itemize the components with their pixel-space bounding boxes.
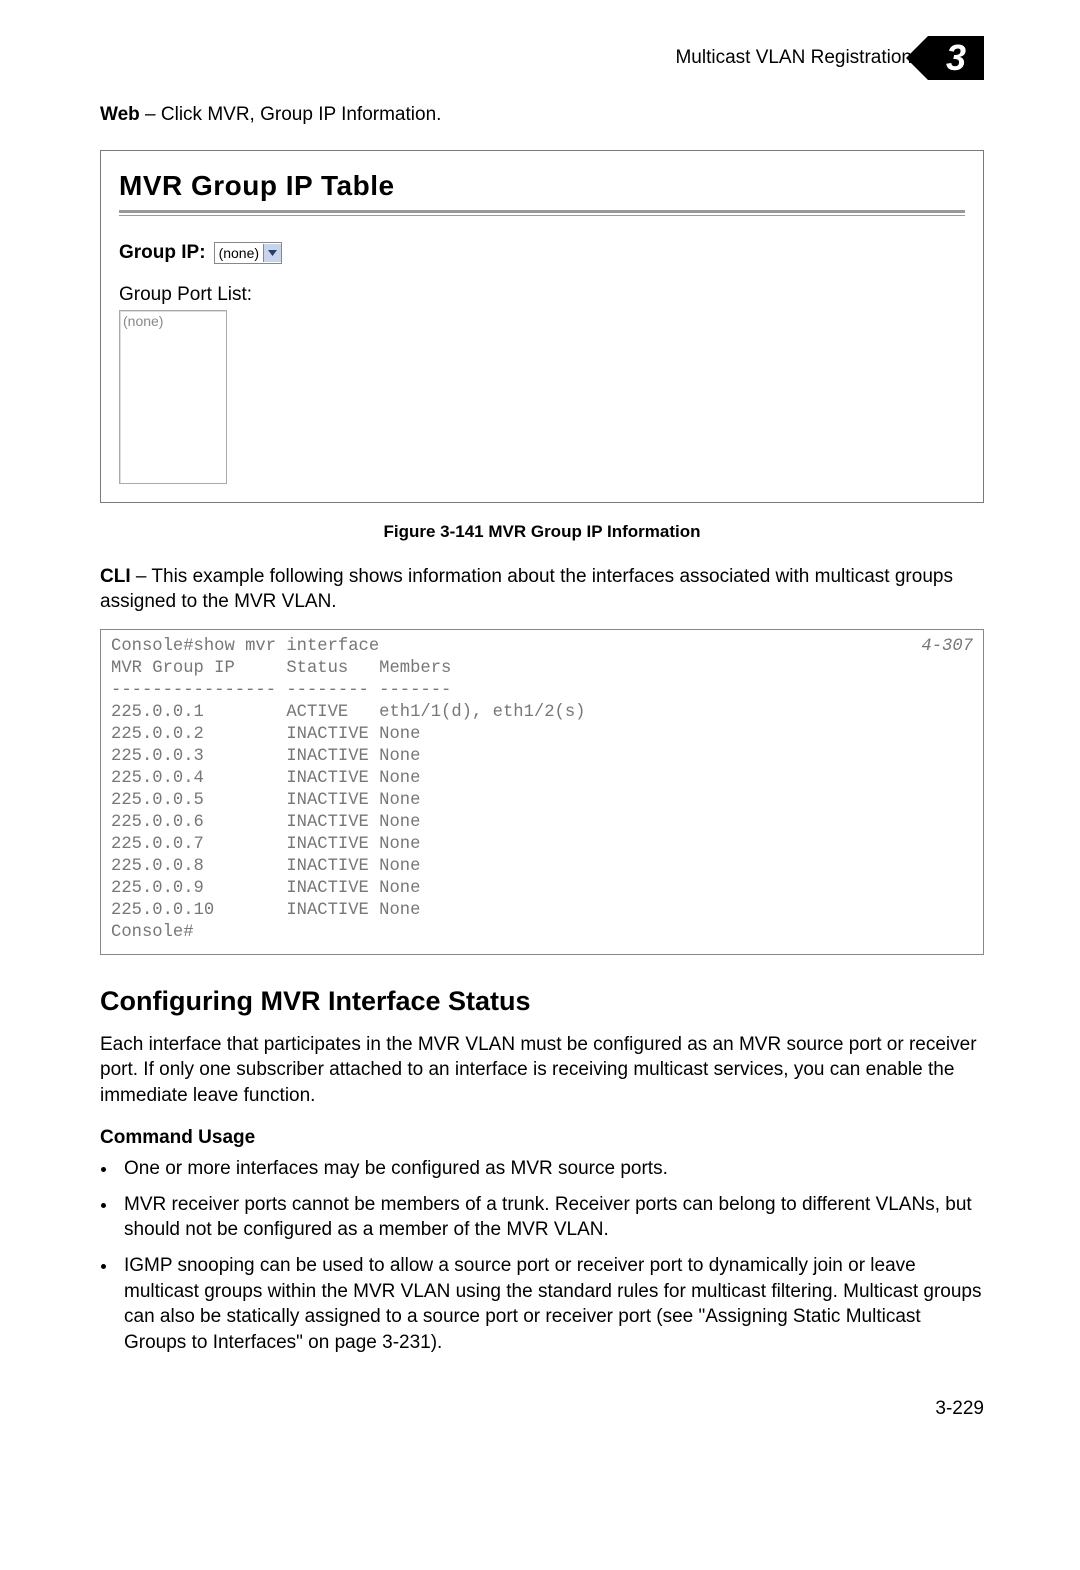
- panel-title-divider: [119, 215, 965, 216]
- group-ip-value: (none): [215, 244, 263, 263]
- cli-label: CLI: [100, 566, 131, 587]
- web-label: Web: [100, 104, 140, 125]
- cli-intro-text: – This example following shows informati…: [100, 566, 953, 613]
- cli-prompt: Console#: [111, 923, 194, 942]
- web-desc: – Click MVR, Group IP Information.: [140, 104, 442, 125]
- cli-row: 225.0.0.2 INACTIVE None: [111, 725, 420, 744]
- bullet-list: One or more interfaces may be configured…: [100, 1156, 984, 1355]
- page-header: Multicast VLAN Registration 3: [100, 36, 984, 80]
- cli-row: 225.0.0.5 INACTIVE None: [111, 791, 420, 810]
- dropdown-button[interactable]: [263, 244, 281, 262]
- running-title: Multicast VLAN Registration: [675, 45, 912, 71]
- web-nav-line: Web – Click MVR, Group IP Information.: [100, 102, 984, 128]
- cli-row: 225.0.0.8 INACTIVE None: [111, 857, 420, 876]
- cli-divider: ---------------- -------- -------: [111, 681, 451, 700]
- cli-command: Console#show mvr interface: [111, 637, 379, 656]
- figure-caption: Figure 3-141 MVR Group IP Information: [100, 521, 984, 544]
- group-ip-select[interactable]: (none): [214, 242, 282, 264]
- chapter-badge: 3: [928, 36, 984, 80]
- cli-row: 225.0.0.10 INACTIVE None: [111, 901, 420, 920]
- section-paragraph: Each interface that participates in the …: [100, 1032, 984, 1109]
- cli-row: 225.0.0.9 INACTIVE None: [111, 879, 420, 898]
- cli-intro: CLI – This example following shows infor…: [100, 564, 984, 615]
- mvr-group-ip-panel: MVR Group IP Table Group IP: (none) Grou…: [100, 150, 984, 503]
- list-item: IGMP snooping can be used to allow a sou…: [118, 1253, 984, 1356]
- list-item: MVR receiver ports cannot be members of …: [118, 1192, 984, 1243]
- cli-row: 225.0.0.1 ACTIVE eth1/1(d), eth1/2(s): [111, 703, 585, 722]
- page-number: 3-229: [100, 1396, 984, 1422]
- command-usage-title: Command Usage: [100, 1125, 984, 1151]
- group-ip-label: Group IP:: [119, 240, 206, 266]
- chevron-down-icon: [268, 250, 277, 256]
- cli-row: 225.0.0.7 INACTIVE None: [111, 835, 420, 854]
- list-item: One or more interfaces may be configured…: [118, 1156, 984, 1182]
- cli-row: 225.0.0.6 INACTIVE None: [111, 813, 420, 832]
- cli-row: 225.0.0.4 INACTIVE None: [111, 769, 420, 788]
- port-list-label: Group Port List:: [119, 282, 965, 308]
- cli-output: 4-307 Console#show mvr interface MVR Grou…: [100, 629, 984, 955]
- cli-row: 225.0.0.3 INACTIVE None: [111, 747, 420, 766]
- chapter-number: 3: [946, 34, 966, 83]
- panel-title: MVR Group IP Table: [119, 167, 965, 214]
- cli-page-ref: 4-307: [921, 636, 973, 658]
- section-title: Configuring MVR Interface Status: [100, 983, 984, 1019]
- group-ip-row: Group IP: (none): [119, 240, 965, 266]
- cli-header: MVR Group IP Status Members: [111, 659, 451, 678]
- port-list-box[interactable]: (none): [119, 310, 227, 484]
- port-list-value: (none): [123, 313, 163, 329]
